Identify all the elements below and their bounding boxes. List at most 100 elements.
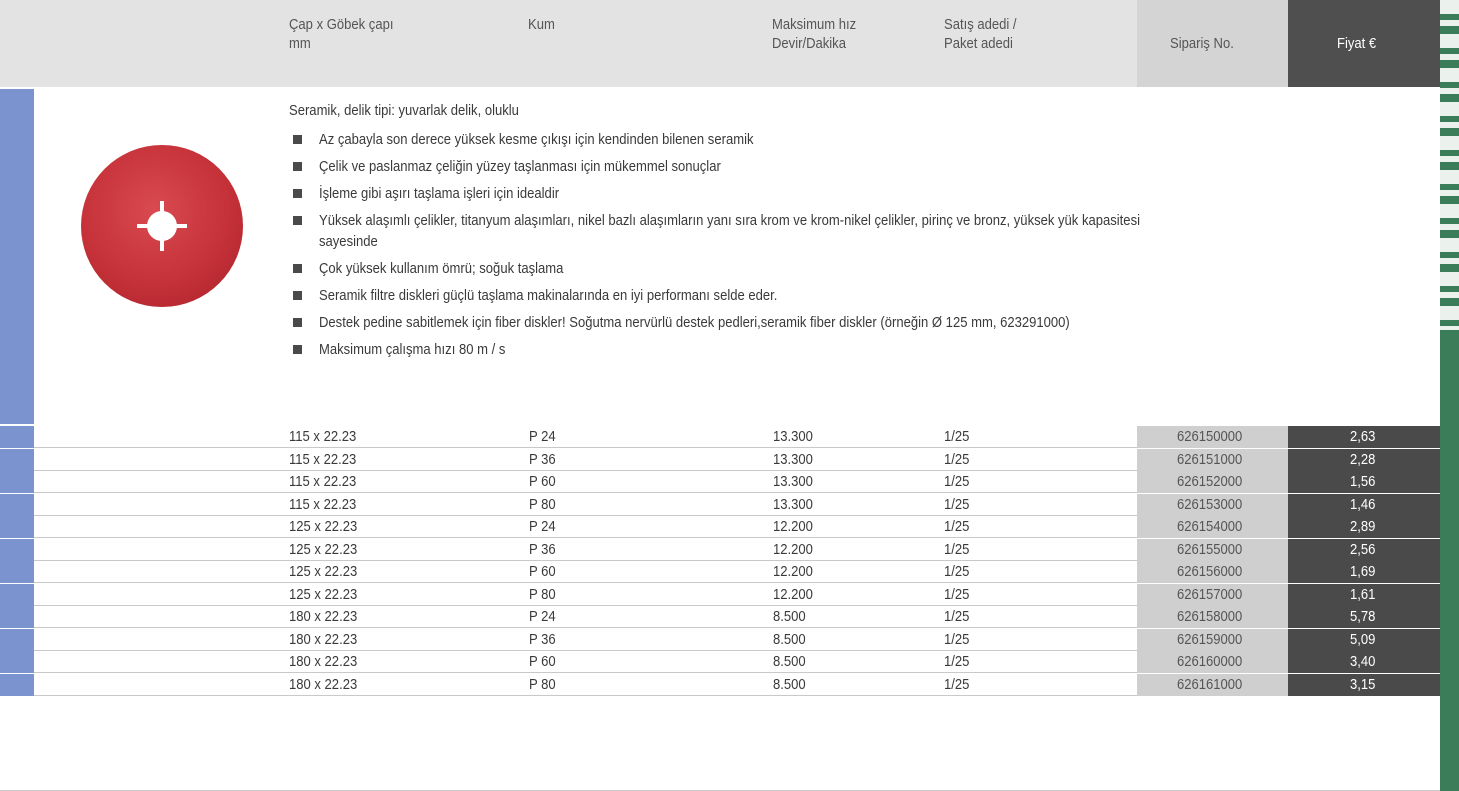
- cell-satis: 1/25: [944, 676, 970, 693]
- cell-fiyat: 2,63: [1350, 429, 1376, 445]
- row-accent-strip: [0, 606, 34, 628]
- cell-siparis: 626158000: [1177, 609, 1243, 625]
- order-number-cell: 626160000: [1137, 651, 1288, 673]
- cell-hiz: 8.500: [773, 609, 806, 625]
- cell-kum: P 24: [529, 429, 556, 445]
- cell-kum: P 80: [529, 496, 556, 513]
- cell-kum: P 80: [529, 586, 556, 603]
- feature-list: Az çabayla son derece yüksek kesme çıkış…: [293, 130, 1338, 367]
- cell-siparis: 626160000: [1177, 654, 1243, 670]
- bullet-square-icon: [293, 345, 302, 354]
- bullet-square-icon: [293, 264, 302, 273]
- cell-satis: 1/25: [944, 519, 970, 535]
- cell-hiz: 12.200: [773, 564, 813, 580]
- feature-text: Destek pedine sabitlemek için fiber disk…: [319, 315, 1070, 331]
- bullet-square-icon: [293, 135, 302, 144]
- price-cell: 5,09: [1288, 628, 1440, 651]
- order-number-cell: 626159000: [1137, 628, 1288, 651]
- row-accent-strip: [0, 538, 34, 561]
- cell-fiyat: 1,69: [1350, 564, 1376, 580]
- feature-text: Yüksek alaşımlı çelikler, titanyum alaşı…: [319, 213, 1140, 250]
- feature-text: Çok yüksek kullanım ömrü; soğuk taşlama: [319, 261, 564, 277]
- cell-cap: 125 x 22.23: [289, 519, 358, 535]
- cell-siparis: 626154000: [1177, 519, 1243, 535]
- price-cell: 3,15: [1288, 673, 1440, 696]
- bullet-square-icon: [293, 291, 302, 300]
- row-accent-strip: [0, 673, 34, 696]
- product-accent-strip: [0, 89, 34, 424]
- price-cell: 1,69: [1288, 561, 1440, 583]
- cell-fiyat: 5,78: [1350, 609, 1376, 625]
- order-number-cell: 626154000: [1137, 516, 1288, 538]
- cell-siparis: 626151000: [1177, 451, 1243, 468]
- table-row: 125 x 22.23 P 80 12.200 1/25 626157000 1,61: [0, 583, 1440, 606]
- feature-item: İşleme gibi aşırı taşlama işleri için id…: [293, 184, 1338, 205]
- feature-text: Az çabayla son derece yüksek kesme çıkış…: [319, 132, 754, 148]
- cell-hiz: 13.300: [773, 496, 813, 513]
- cell-satis: 1/25: [944, 564, 970, 580]
- header-satis: Satış adedi / Paket adedi: [944, 17, 1017, 52]
- feature-item: Destek pedine sabitlemek için fiber disk…: [293, 313, 1338, 334]
- cell-fiyat: 1,56: [1350, 474, 1376, 490]
- price-cell: 1,46: [1288, 493, 1440, 516]
- feature-text: İşleme gibi aşırı taşlama işleri için id…: [319, 186, 560, 202]
- cell-kum: P 24: [529, 609, 556, 625]
- cell-cap: 125 x 22.23: [289, 541, 358, 558]
- table-row: 125 x 22.23 P 36 12.200 1/25 626155000 2,56: [0, 538, 1440, 561]
- disc-center-hole: [147, 211, 177, 241]
- table-row: 125 x 22.23 P 60 12.200 1/25 626156000 1,69: [0, 561, 1440, 584]
- cell-hiz: 13.300: [773, 451, 813, 468]
- order-number-cell: 626157000: [1137, 583, 1288, 606]
- cell-hiz: 8.500: [773, 631, 806, 648]
- feature-item: Çok yüksek kullanım ömrü; soğuk taşlama: [293, 259, 1338, 280]
- bullet-square-icon: [293, 189, 302, 198]
- cell-kum: P 36: [529, 631, 556, 648]
- feature-text: Seramik filtre diskleri güçlü taşlama ma…: [319, 288, 778, 304]
- feature-text: Çelik ve paslanmaz çeliğin yüzey taşlanm…: [319, 159, 721, 175]
- row-accent-strip: [0, 651, 34, 673]
- cell-satis: 1/25: [944, 451, 970, 468]
- row-accent-strip: [0, 426, 34, 448]
- cell-cap: 115 x 22.23: [289, 429, 357, 445]
- row-accent-strip: [0, 583, 34, 606]
- cell-siparis: 626159000: [1177, 631, 1243, 648]
- header-siparis: Sipariş No.: [1170, 36, 1234, 52]
- header-siparis-cell: Sipariş No.: [1137, 0, 1288, 87]
- cell-hiz: 8.500: [773, 676, 806, 693]
- cell-kum: P 60: [529, 474, 556, 490]
- side-chapter-tab: [1440, 0, 1459, 791]
- cell-siparis: 626161000: [1177, 676, 1243, 693]
- table-row: 115 x 22.23 P 24 13.300 1/25 626150000 2,63: [0, 426, 1440, 449]
- table-row: 180 x 22.23 P 60 8.500 1/25 626160000 3,40: [0, 651, 1440, 674]
- feature-text: Maksimum çalışma hızı 80 m / s: [319, 342, 506, 358]
- order-number-cell: 626153000: [1137, 493, 1288, 516]
- table-header: Çap x Göbek çapı mm Kum Maksimum hız Dev…: [0, 0, 1440, 87]
- price-cell: 1,56: [1288, 471, 1440, 493]
- row-accent-strip: [0, 493, 34, 516]
- cell-cap: 180 x 22.23: [289, 654, 358, 670]
- price-cell: 5,78: [1288, 606, 1440, 628]
- cell-cap: 115 x 22.23: [289, 451, 357, 468]
- cell-hiz: 12.200: [773, 586, 813, 603]
- cell-satis: 1/25: [944, 609, 970, 625]
- cell-siparis: 626152000: [1177, 474, 1243, 490]
- cell-fiyat: 3,40: [1350, 654, 1376, 670]
- cell-siparis: 626155000: [1177, 541, 1243, 558]
- cell-fiyat: 2,28: [1350, 451, 1376, 468]
- cell-hiz: 13.300: [773, 429, 813, 445]
- product-intro: Seramik, delik tipi: yuvarlak delik, olu…: [289, 103, 519, 119]
- cell-hiz: 8.500: [773, 654, 806, 670]
- order-number-cell: 626151000: [1137, 448, 1288, 471]
- cell-kum: P 36: [529, 451, 556, 468]
- table-row: 180 x 22.23 P 80 8.500 1/25 626161000 3,15: [0, 673, 1440, 696]
- header-cap: Çap x Göbek çapı mm: [289, 17, 394, 52]
- price-cell: 2,63: [1288, 426, 1440, 448]
- cell-fiyat: 1,61: [1350, 586, 1376, 603]
- feature-item: Seramik filtre diskleri güçlü taşlama ma…: [293, 286, 1338, 307]
- price-cell: 2,56: [1288, 538, 1440, 561]
- header-kum: Kum: [528, 17, 555, 33]
- cell-siparis: 626157000: [1177, 586, 1243, 603]
- row-accent-strip: [0, 448, 34, 471]
- cell-fiyat: 2,56: [1350, 541, 1376, 558]
- cell-satis: 1/25: [944, 654, 970, 670]
